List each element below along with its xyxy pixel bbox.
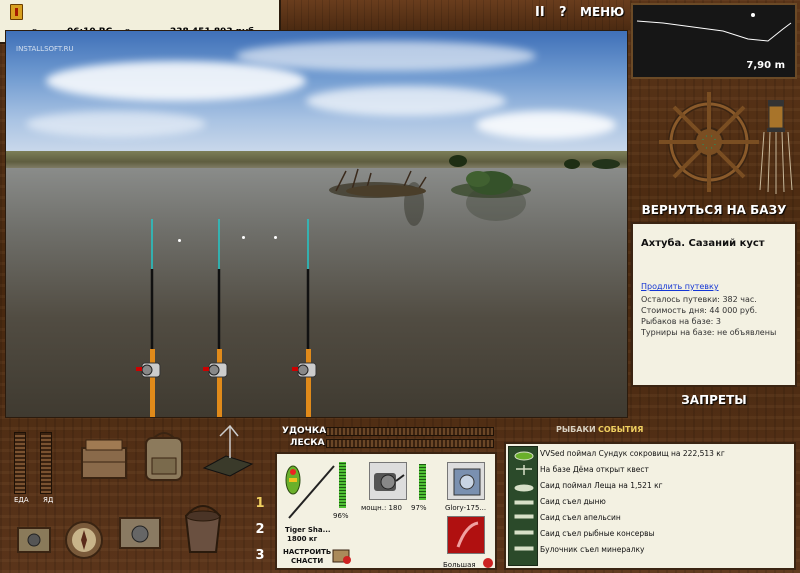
tackle-panel: 96% Tiger Sha... 1800 кг НАСТРОИТЬ СНАСТ… <box>275 452 497 570</box>
reel-condition-bar <box>419 464 426 500</box>
rod-slot-3[interactable]: 3 <box>250 548 270 563</box>
menu-button[interactable]: МЕНЮ <box>580 5 624 19</box>
extend-permit-link[interactable]: Продлить путевку <box>641 282 787 291</box>
fishing-rod-3[interactable] <box>290 219 320 418</box>
rod-meter-label: УДОЧКА <box>282 426 327 436</box>
tackle-box-icon[interactable] <box>78 432 130 484</box>
event-item: На базе Дёма открыт квест <box>540 465 649 474</box>
bait-name: Большая <box>443 561 476 569</box>
lure-rod-icon[interactable] <box>279 458 339 524</box>
rod-slot-1[interactable]: 1 <box>250 496 270 511</box>
line-meter-label: ЛЕСКА <box>290 438 325 448</box>
bans-button[interactable]: ЗАПРЕТЫ <box>631 389 797 411</box>
setup-label[interactable]: НАСТРОИТЬ <box>283 548 331 556</box>
fishing-rod-2[interactable] <box>201 219 231 418</box>
compass-icon[interactable] <box>62 518 106 562</box>
camera-icon[interactable] <box>14 518 54 560</box>
book-icon[interactable] <box>200 424 254 480</box>
top-bar <box>280 0 630 30</box>
location-line: Осталось путевки: 382 час. <box>641 295 757 304</box>
reel-thumbnail[interactable] <box>369 462 407 500</box>
line-name: Glory-175... <box>445 504 487 512</box>
location-line: Турниры на базе: не объявлены <box>641 328 777 337</box>
lure-percent: 96% <box>333 512 349 520</box>
event-item: VVSed поймал Сундук сокровищ на 222,513 … <box>540 449 725 458</box>
journal-book-icon[interactable] <box>10 4 23 20</box>
tab-fishermen[interactable]: РЫБАКИ <box>556 425 596 434</box>
help-button[interactable]: ? <box>559 5 567 20</box>
food-label: ЕДА <box>14 496 29 504</box>
float-3 <box>274 236 277 239</box>
fishing-rod-1[interactable] <box>134 219 164 418</box>
setup-gear-icon[interactable] <box>331 544 355 566</box>
float-1 <box>178 239 181 242</box>
fishing-scene[interactable]: INSTALLSOFT.RU <box>5 30 628 418</box>
reel-kit-icon[interactable] <box>114 504 166 560</box>
location-panel: Ахтуба. Сазаний куст Продлить путевку Ос… <box>631 222 797 387</box>
poison-bar <box>40 432 52 494</box>
setup-label-2[interactable]: СНАСТИ <box>291 557 323 565</box>
reel-percent: 97% <box>411 504 427 512</box>
location-line: Стоимость дня: 44 000 руб. <box>641 306 758 315</box>
lure-condition-bar <box>339 462 346 508</box>
line-spool-thumbnail[interactable] <box>447 462 485 500</box>
rod-slot-2[interactable]: 2 <box>250 522 270 537</box>
watermark: INSTALLSOFT.RU <box>16 45 74 53</box>
backpack-icon[interactable] <box>138 428 190 484</box>
event-item: Саид съел апельсин <box>540 513 621 522</box>
float-2 <box>242 236 245 239</box>
ship-wheel-area <box>631 80 797 198</box>
lure-name: Tiger Sha... <box>285 526 331 534</box>
depth-readout: 7,90 m <box>746 60 785 71</box>
event-item: Саид съел рыбные консервы <box>540 529 655 538</box>
lure-weight: 1800 кг <box>287 535 318 543</box>
event-item: Саид съел дыню <box>540 497 606 506</box>
depth-map[interactable]: 7,90 m <box>631 3 797 79</box>
event-item: Булочник съел минералку <box>540 545 645 554</box>
rod-tension-meter <box>326 427 494 436</box>
events-panel: VVSed поймал Сундук сокровищ на 222,513 … <box>504 442 796 570</box>
bait-thumbnail[interactable] <box>447 516 485 554</box>
ship-wheel-icon <box>659 92 793 194</box>
event-item: Саид поймал Леща на 1,521 кг <box>540 481 663 490</box>
bait-remove-icon[interactable] <box>483 558 493 568</box>
return-to-base-button[interactable]: ВЕРНУТЬСЯ НА БАЗУ <box>631 199 797 221</box>
event-icons-column <box>508 446 538 566</box>
poison-label: ЯД <box>43 496 54 504</box>
tab-events[interactable]: СОБЫТИЯ <box>598 425 643 434</box>
bucket-icon[interactable] <box>178 498 228 558</box>
location-title: Ахтуба. Сазаний куст <box>641 238 765 249</box>
pause-button[interactable]: II <box>535 5 545 20</box>
food-bar <box>14 432 26 494</box>
reel-power: мощн.: 180 <box>361 504 402 512</box>
line-tension-meter <box>326 439 494 448</box>
location-line: Рыбаков на базе: 3 <box>641 317 721 326</box>
